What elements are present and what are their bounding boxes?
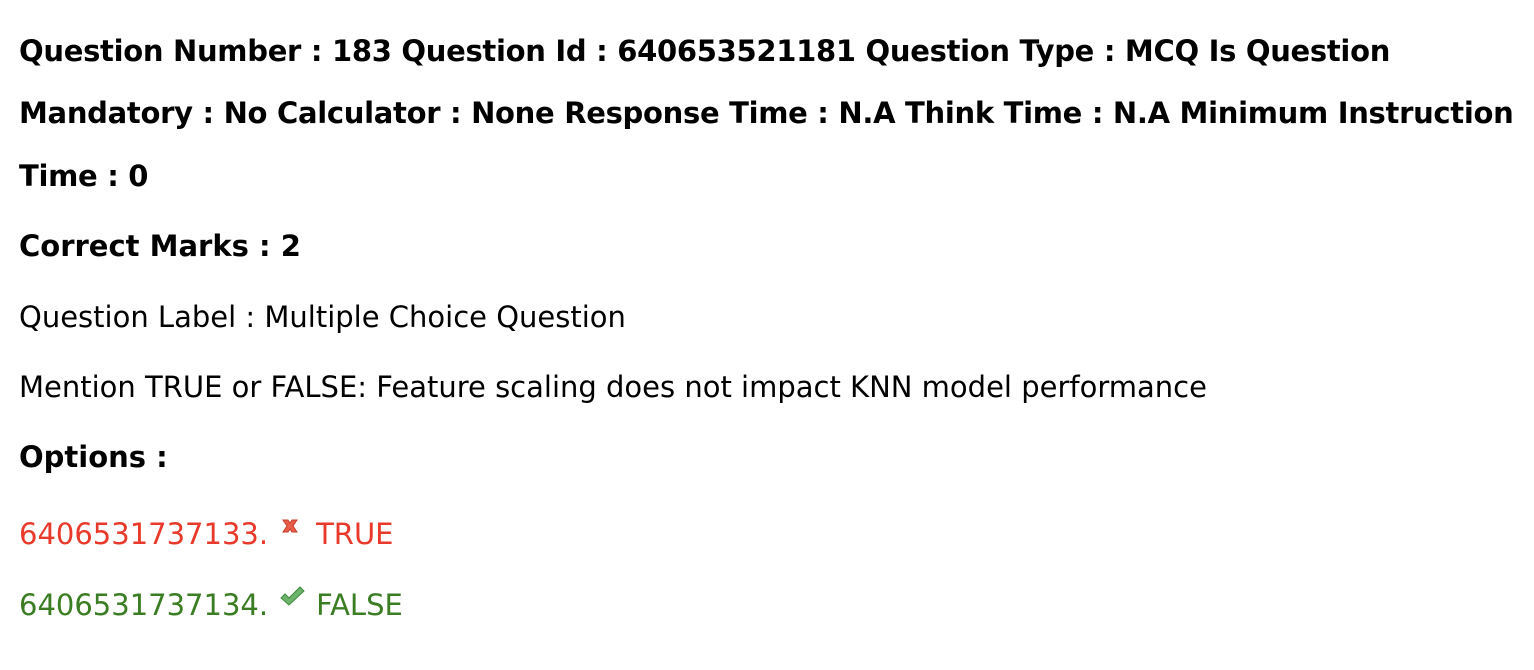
question-document: Question Number : 183 Question Id : 6406… — [0, 0, 1534, 670]
question-label: Question Label : Multiple Choice Questio… — [19, 300, 626, 334]
question-text: Mention TRUE or FALSE: Feature scaling d… — [19, 370, 1207, 404]
question-meta-line-1: Question Number : 183 Question Id : 6406… — [19, 34, 1391, 68]
option-label: TRUE — [316, 517, 394, 551]
question-meta-line-3: Time : 0 — [19, 159, 149, 193]
option-id: 6406531737133. — [19, 517, 269, 551]
check-icon — [278, 581, 305, 606]
option-item-true: 6406531737133. TRUE — [19, 510, 394, 552]
option-item-false: 6406531737134. FALSE — [19, 581, 403, 623]
correct-marks: Correct Marks : 2 — [19, 229, 301, 263]
question-meta-line-2: Mandatory : No Calculator : None Respons… — [19, 96, 1514, 130]
option-id: 6406531737134. — [19, 588, 269, 622]
cross-icon — [278, 510, 302, 534]
option-label: FALSE — [316, 588, 403, 622]
options-heading: Options : — [19, 440, 168, 474]
